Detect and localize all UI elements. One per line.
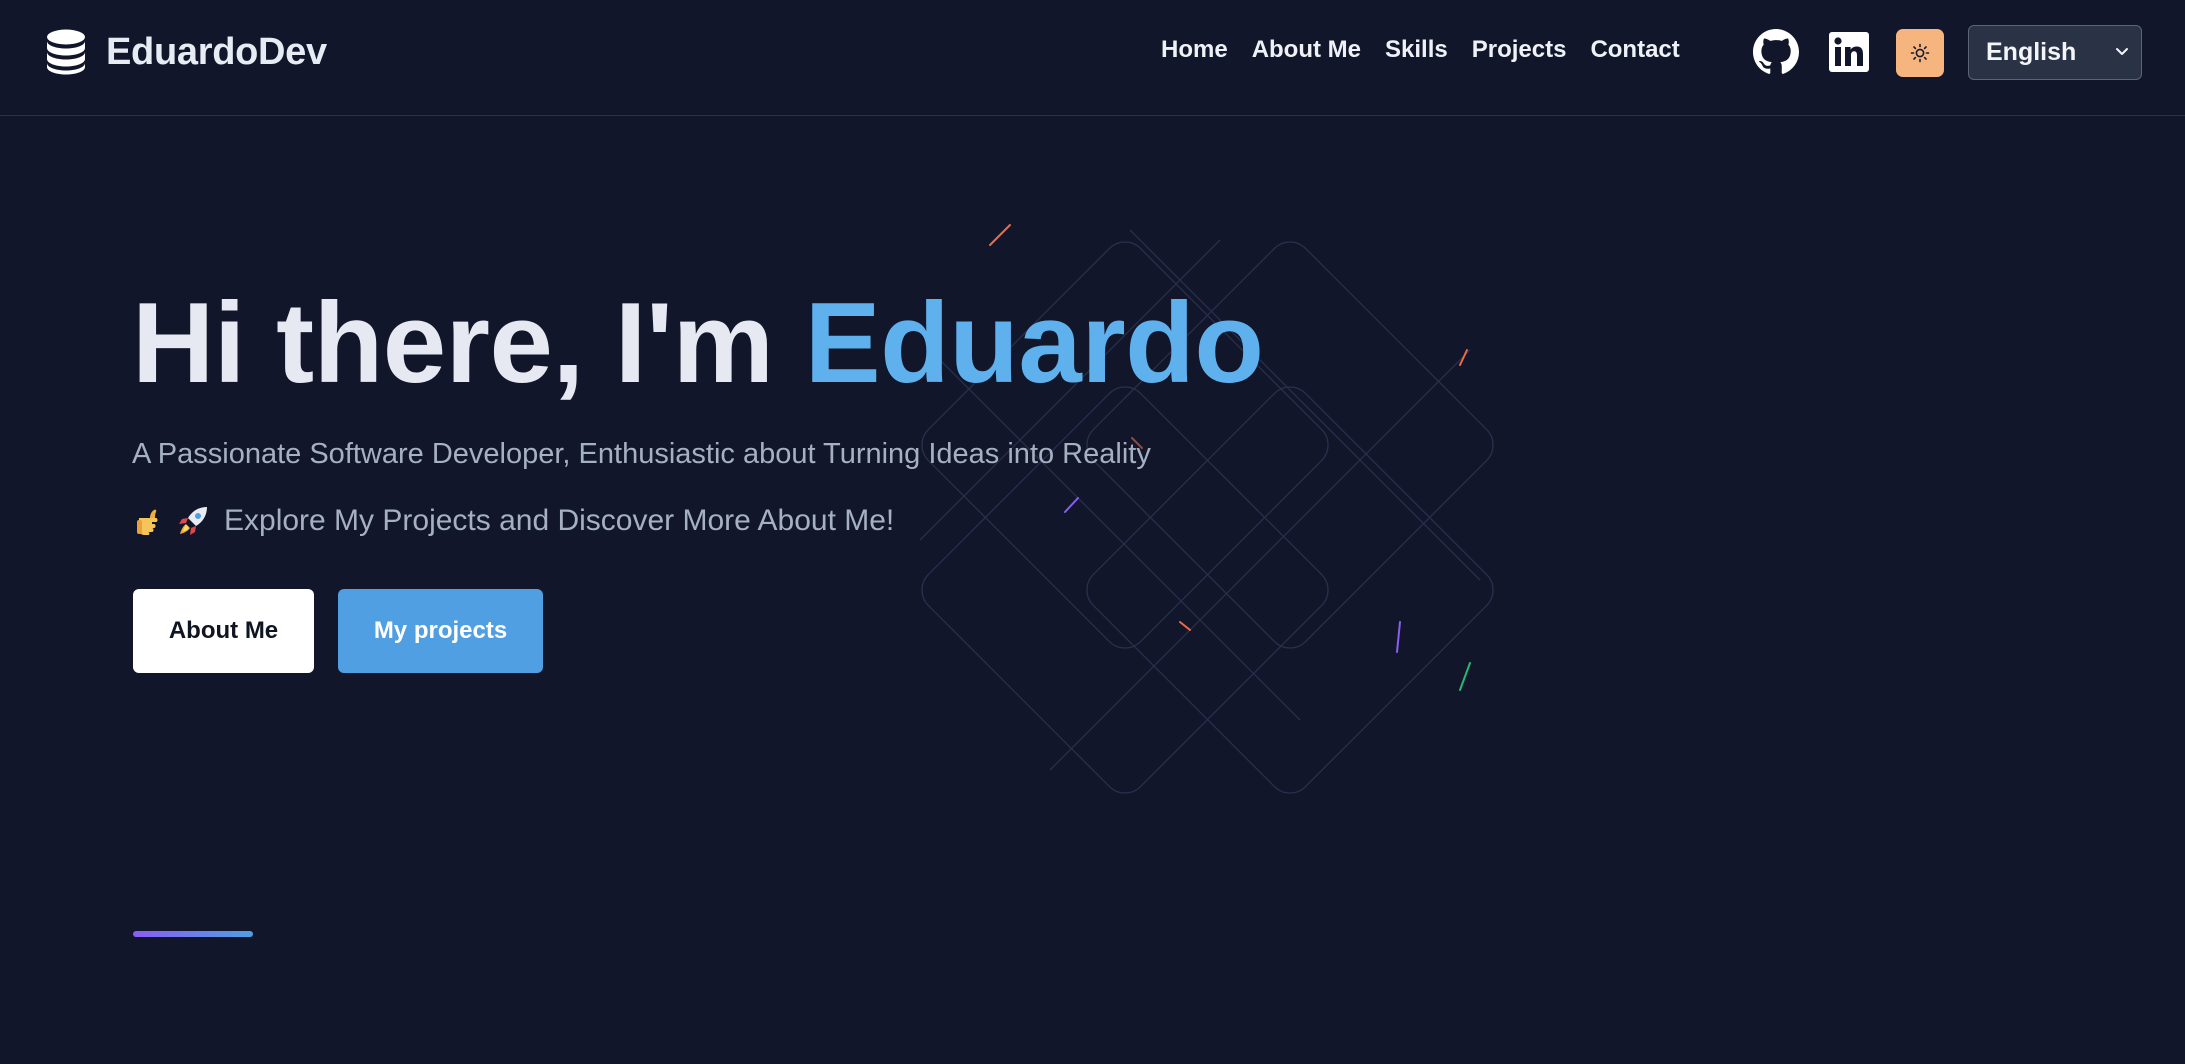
brand-name: EduardoDev bbox=[106, 30, 327, 73]
about-me-button[interactable]: About Me bbox=[133, 589, 314, 673]
hero-title-prefix: Hi there, I'm bbox=[132, 280, 805, 407]
nav-item-about-me[interactable]: About Me bbox=[1252, 36, 1361, 64]
site-header: EduardoDev Home About Me Skills Projects… bbox=[0, 0, 2185, 116]
accent-divider bbox=[133, 931, 253, 937]
github-link[interactable] bbox=[1752, 28, 1800, 76]
linkedin-link[interactable] bbox=[1825, 28, 1873, 76]
my-projects-button[interactable]: My projects bbox=[338, 589, 543, 673]
hero-cta-text: Explore My Projects and Discover More Ab… bbox=[224, 504, 895, 537]
linkedin-icon bbox=[1829, 32, 1869, 72]
hero-title-name: Eduardo bbox=[804, 280, 1264, 407]
nav-item-home[interactable]: Home bbox=[1161, 36, 1228, 64]
language-selected-value: English bbox=[1986, 38, 2077, 66]
brand-logo-link[interactable]: EduardoDev bbox=[46, 28, 327, 76]
chevron-down-icon bbox=[2116, 48, 2128, 55]
nav-item-contact[interactable]: Contact bbox=[1590, 36, 1679, 64]
hero-cta-line: Explore My Projects and Discover More Ab… bbox=[136, 502, 894, 540]
hero-subtitle: A Passionate Software Developer, Enthusi… bbox=[132, 438, 1151, 470]
language-select[interactable]: English bbox=[1968, 25, 2142, 80]
nav-item-projects[interactable]: Projects bbox=[1472, 36, 1567, 64]
github-icon bbox=[1753, 29, 1799, 74]
nav-item-skills[interactable]: Skills bbox=[1385, 36, 1448, 64]
database-icon bbox=[47, 29, 85, 75]
main-nav: Home About Me Skills Projects Contact bbox=[1161, 36, 1680, 64]
theme-toggle-button[interactable] bbox=[1896, 29, 1944, 77]
pointing-hand-icon bbox=[137, 509, 158, 535]
hero-title: Hi there, I'm Eduardo bbox=[132, 280, 1264, 408]
rocket-icon bbox=[179, 507, 207, 535]
page: EduardoDev Home About Me Skills Projects… bbox=[0, 0, 2185, 1064]
sun-icon bbox=[1910, 43, 1930, 63]
